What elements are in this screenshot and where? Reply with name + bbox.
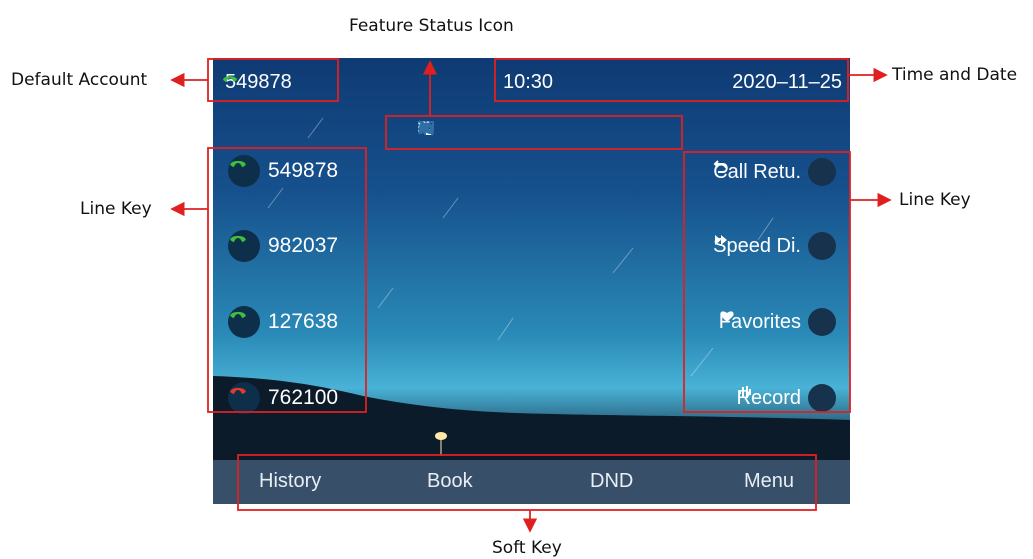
line-key-2[interactable]: 982037 bbox=[228, 230, 338, 262]
dnd-icon bbox=[420, 120, 483, 136]
record-icon bbox=[738, 384, 836, 412]
heart-icon bbox=[720, 308, 836, 336]
feature-status-icons bbox=[417, 120, 603, 136]
soft-key-dnd[interactable]: DND bbox=[590, 470, 633, 493]
line-key-label: 762100 bbox=[268, 386, 339, 409]
phone-red-icon bbox=[228, 382, 260, 414]
callout-line-key-right: Line Key bbox=[899, 190, 971, 210]
soft-key-menu[interactable]: Menu bbox=[744, 470, 794, 493]
phone-green-icon bbox=[228, 230, 260, 262]
phone-green-icon bbox=[228, 306, 260, 338]
soft-key-history[interactable]: History bbox=[259, 470, 321, 493]
callout-line-key-left: Line Key bbox=[80, 199, 152, 219]
callout-default-account: Default Account bbox=[11, 70, 148, 90]
status-bar: 549878 10:30 2020–11–25 bbox=[213, 58, 850, 108]
line-key-favorites[interactable]: Favorites bbox=[719, 308, 836, 336]
line-key-1[interactable]: 549878 bbox=[228, 155, 338, 187]
network-icon bbox=[418, 120, 579, 136]
return-icon bbox=[713, 158, 836, 186]
default-account[interactable]: 549878 bbox=[221, 71, 292, 94]
callout-feature-status-icon: Feature Status Icon bbox=[349, 16, 514, 36]
line-key-record[interactable]: Record bbox=[737, 384, 836, 412]
line-key-label: 549878 bbox=[268, 159, 339, 182]
line-key-label: 127638 bbox=[268, 310, 339, 333]
phone-screen: 549878 10:30 2020–11–25 549878 982037 12… bbox=[213, 58, 850, 504]
line-key-4[interactable]: 762100 bbox=[228, 382, 338, 414]
dialpad-lock-icon bbox=[418, 120, 507, 136]
phone-forward-icon bbox=[420, 120, 531, 136]
phone-green-icon bbox=[228, 155, 260, 187]
soft-key-book[interactable]: Book bbox=[427, 470, 473, 493]
time: 10:30 bbox=[503, 71, 554, 93]
date: 2020–11–25 bbox=[732, 71, 842, 93]
line-key-speed-dial[interactable]: Speed Di. bbox=[713, 232, 836, 260]
headset-icon bbox=[419, 120, 555, 136]
callout-soft-key: Soft Key bbox=[492, 538, 562, 558]
mute-icon bbox=[418, 120, 603, 136]
soft-key-bar: History Book DND Menu bbox=[213, 460, 850, 504]
monitor-outline-icon bbox=[418, 120, 459, 136]
line-key-call-return[interactable]: Call Retu. bbox=[713, 158, 836, 186]
fast-forward-icon bbox=[715, 232, 836, 260]
line-key-label: 982037 bbox=[268, 234, 339, 257]
callout-time-and-date: Time and Date bbox=[892, 65, 1018, 85]
line-key-3[interactable]: 127638 bbox=[228, 306, 338, 338]
